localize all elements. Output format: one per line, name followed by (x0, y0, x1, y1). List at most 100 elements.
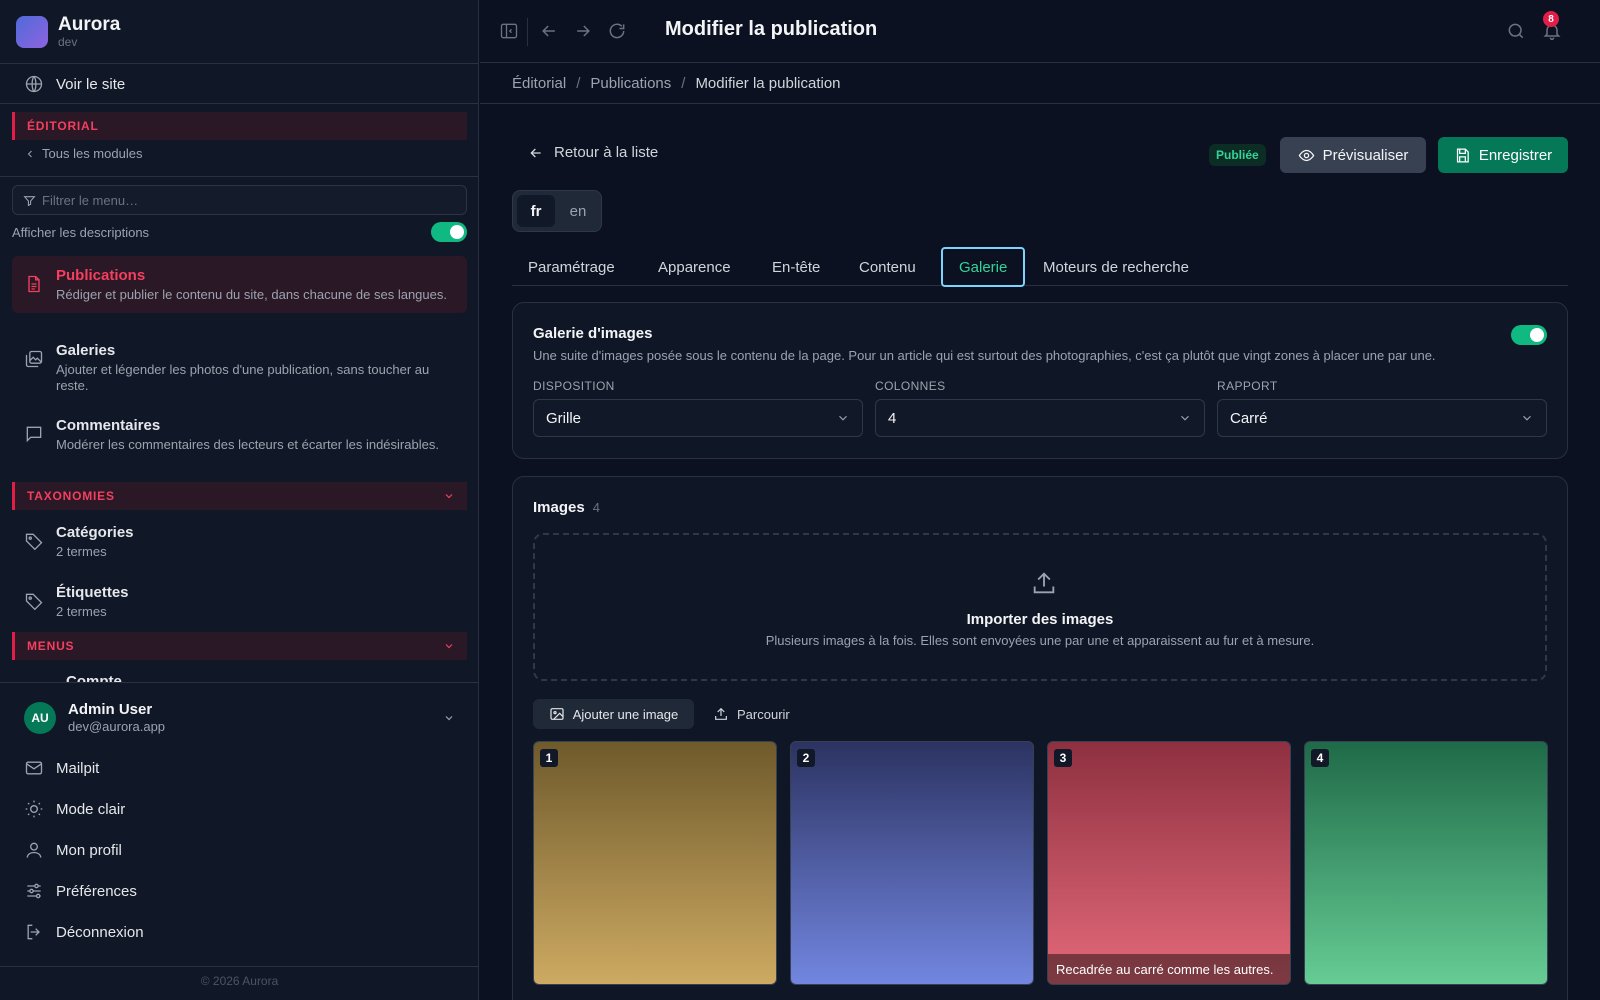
gallery-settings-card: Galerie d'images Une suite d'images posé… (512, 302, 1568, 459)
gallery-image[interactable]: 2 (790, 741, 1034, 985)
footer-item-logout[interactable]: Déconnexion (24, 920, 144, 944)
gallery-title: Galerie d'images (533, 325, 653, 342)
footer-item-preferences[interactable]: Préférences (24, 879, 137, 903)
menu-filter-input[interactable]: Filtrer le menu… (12, 185, 467, 215)
breadcrumb: Éditorial / Publications / Modifier la p… (480, 64, 1600, 104)
app-name: Aurora (58, 14, 121, 35)
gallery-enabled-toggle[interactable] (1511, 325, 1547, 345)
tab-parametrage[interactable]: Paramétrage (512, 248, 631, 286)
tab-bar: Paramétrage Apparence En-tête Contenu Ga… (512, 247, 1568, 287)
user-name: Admin User (68, 701, 153, 718)
divider (0, 966, 479, 967)
gallery-image[interactable]: 4 (1304, 741, 1548, 985)
floppy-icon (1454, 147, 1471, 164)
sidebar-item-compte[interactable]: Compte (66, 672, 122, 682)
search-icon[interactable] (1505, 20, 1527, 42)
images-title: Images 4 (533, 499, 600, 516)
disposition-select[interactable]: Grille (533, 399, 863, 437)
comment-icon (24, 424, 44, 453)
tab-galerie[interactable]: Galerie (941, 247, 1026, 287)
footer-item-label: Mon profil (56, 841, 122, 859)
sidebar-item-title: Commentaires (56, 417, 161, 434)
breadcrumb-separator: / (576, 75, 581, 92)
divider (0, 103, 479, 104)
sidebar-item-etiquettes[interactable]: Étiquettes 2 termes (24, 583, 129, 620)
field-label: RAPPORT (1217, 379, 1278, 393)
user-email: dev@aurora.app (68, 719, 166, 734)
app-env: dev (58, 35, 78, 49)
filter-placeholder: Filtrer le menu… (42, 192, 139, 208)
show-descriptions-row: Afficher les descriptions (12, 222, 467, 242)
copyright: © 2026 Aurora (200, 974, 279, 988)
chevron-down-icon (443, 712, 455, 724)
tab-apparence[interactable]: Apparence (642, 248, 747, 286)
eye-icon (1298, 147, 1315, 164)
footer-item-profile[interactable]: Mon profil (24, 838, 122, 862)
sidebar-item-desc: 2 termes (56, 604, 107, 619)
tab-en-tete[interactable]: En-tête (756, 248, 836, 286)
section-header-taxonomies[interactable]: TAXONOMIES (12, 482, 467, 510)
gallery-image[interactable]: 3 Recadrée au carré comme les autres. (1047, 741, 1291, 985)
preview-button[interactable]: Prévisualiser (1280, 137, 1426, 173)
sidebar-item-categories[interactable]: Catégories 2 termes (24, 523, 134, 560)
back-arrow-icon[interactable] (538, 20, 560, 42)
footer-item-label: Déconnexion (56, 923, 144, 941)
sidebar-item-publications[interactable]: Publications Rédiger et publier le conte… (12, 256, 467, 313)
footer-item-label: Mode clair (56, 800, 126, 818)
tab-contenu[interactable]: Contenu (843, 248, 932, 286)
sun-icon (24, 799, 44, 819)
page-title: Modifier la publication (665, 18, 878, 40)
sidebar-item-title: Publications (56, 267, 146, 284)
image-index: 2 (797, 749, 815, 767)
chevron-down-icon (1178, 411, 1192, 425)
upload-dropzone[interactable]: Importer des images Plusieurs images à l… (533, 533, 1547, 681)
back-to-modules-label: Tous les modules (42, 146, 143, 161)
add-image-button[interactable]: Ajouter une image (533, 699, 694, 729)
sidebar-item-title: Galeries (56, 342, 116, 359)
forward-arrow-icon[interactable] (572, 20, 594, 42)
upload-title: Importer des images (966, 611, 1114, 628)
sidebar-toggle-icon[interactable] (498, 20, 520, 42)
status-badge: Publiée (1209, 144, 1266, 166)
section-title: TAXONOMIES (27, 489, 115, 503)
back-to-list-link[interactable]: Retour à la liste (528, 144, 658, 161)
avatar: AU (24, 702, 56, 734)
user-menu[interactable]: AU Admin User dev@aurora.app (24, 701, 455, 735)
show-descriptions-toggle[interactable] (431, 222, 467, 242)
columns-select[interactable]: 4 (875, 399, 1205, 437)
tab-moteurs-de-recherche[interactable]: Moteurs de recherche (1027, 248, 1205, 286)
browse-label: Parcourir (737, 706, 790, 722)
gallery-image[interactable]: 1 (533, 741, 777, 985)
breadcrumb-item[interactable]: Publications (590, 75, 671, 92)
select-value: 4 (888, 409, 897, 427)
footer-item-light-mode[interactable]: Mode clair (24, 797, 125, 821)
footer-item-label: Préférences (56, 882, 137, 900)
field-label: COLONNES (875, 379, 946, 393)
brand[interactable]: Aurora dev (16, 14, 120, 50)
logout-icon (24, 922, 44, 942)
image-icon (549, 706, 565, 722)
view-site-link[interactable]: Voir le site (24, 72, 125, 96)
divider (0, 682, 479, 683)
section-title: MENUS (27, 639, 75, 653)
breadcrumb-item[interactable]: Éditorial (512, 75, 566, 92)
upload-icon (1030, 569, 1058, 597)
arrow-left-icon (528, 145, 544, 161)
footer-item-mailpit[interactable]: Mailpit (24, 756, 99, 780)
browse-button[interactable]: Parcourir (713, 699, 790, 729)
section-header-menus[interactable]: MENUS (12, 632, 467, 660)
sidebar-item-galeries[interactable]: Galeries Ajouter et légender les photos … (12, 331, 467, 404)
sidebar-item-commentaires[interactable]: Commentaires Modérer les commentaires de… (12, 406, 467, 463)
language-fr[interactable]: fr (517, 195, 555, 227)
ratio-select[interactable]: Carré (1217, 399, 1547, 437)
images-count: 4 (592, 500, 600, 515)
save-button[interactable]: Enregistrer (1438, 137, 1568, 173)
back-to-modules[interactable]: Tous les modules (24, 146, 142, 161)
field-label: DISPOSITION (533, 379, 615, 393)
chevron-down-icon (836, 411, 850, 425)
reload-icon[interactable] (606, 20, 628, 42)
chevron-down-icon (443, 640, 455, 652)
notification-badge: 8 (1543, 11, 1559, 27)
language-en[interactable]: en (559, 195, 597, 227)
mail-icon (24, 758, 44, 778)
